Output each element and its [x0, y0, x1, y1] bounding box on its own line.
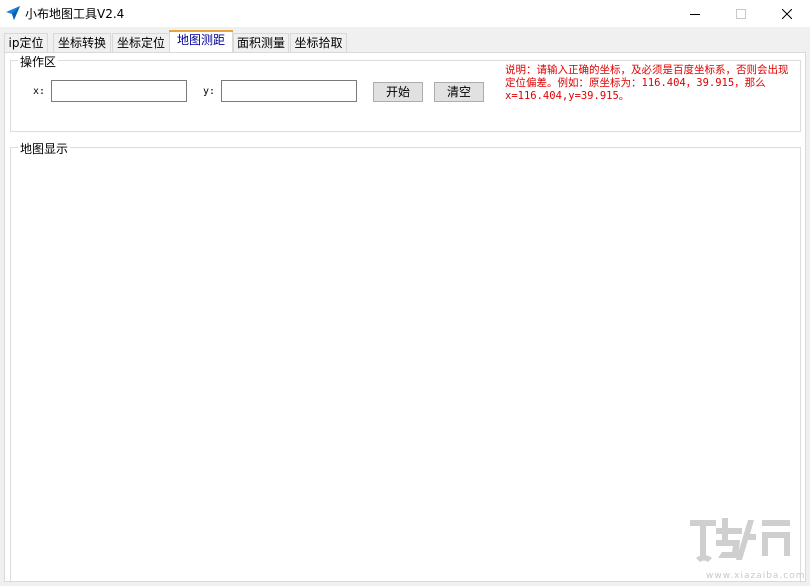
tab-coordinate-locate[interactable]: 坐标定位 — [112, 33, 170, 52]
usage-note: 说明：请输入正确的坐标，及必须是百度坐标系，否则会出现定位偏差。例如：原坐标为：… — [505, 64, 789, 102]
window-title: 小布地图工具V2.4 — [25, 7, 125, 21]
tab-page-map-distance: 操作区 x: y: 开始 清空 说明：请输入正确的坐标，及必须是百度坐标系，否则… — [4, 52, 806, 583]
operation-group: 操作区 x: y: 开始 清空 说明：请输入正确的坐标，及必须是百度坐标系，否则… — [10, 53, 801, 132]
close-button[interactable] — [764, 0, 810, 27]
x-label: x: — [33, 86, 46, 97]
x-input[interactable] — [51, 80, 187, 102]
map-group: 地图显示 — [10, 140, 801, 583]
tab-map-distance[interactable]: 地图测距 — [169, 30, 233, 53]
tab-area-measure[interactable]: 面积测量 — [233, 33, 289, 52]
minimize-icon — [690, 13, 700, 15]
tab-ip-locate[interactable]: ip定位 — [4, 33, 48, 52]
watermark-caption: www.xiazaiba.com — [706, 571, 806, 581]
client-area: ip定位 坐标转换 坐标定位 地图测距 面积测量 坐标拾取 操作区 x: y: … — [0, 27, 810, 586]
close-icon — [782, 8, 792, 19]
clear-button[interactable]: 清空 — [434, 82, 484, 102]
tab-coordinate-convert[interactable]: 坐标转换 — [53, 33, 111, 52]
title-bar: 小布地图工具V2.4 — [0, 0, 810, 27]
minimize-button[interactable] — [672, 0, 718, 27]
map-canvas[interactable] — [11, 154, 800, 583]
operation-group-title: 操作区 — [18, 53, 59, 70]
navigation-arrow-icon — [6, 6, 20, 20]
y-label: y: — [203, 86, 216, 97]
start-button[interactable]: 开始 — [373, 82, 423, 102]
y-input[interactable] — [221, 80, 357, 102]
maximize-button[interactable] — [718, 0, 764, 27]
maximize-icon — [736, 8, 746, 19]
download-site-logo — [690, 518, 790, 562]
tab-coordinate-pick[interactable]: 坐标拾取 — [290, 33, 347, 52]
